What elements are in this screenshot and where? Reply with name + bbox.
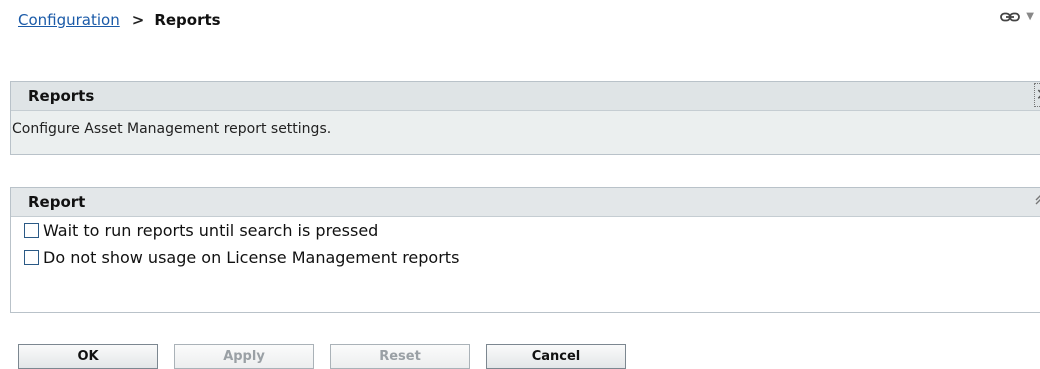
chevron-down-icon[interactable]: ▼ <box>1026 12 1034 22</box>
checkbox-label: Wait to run reports until search is pres… <box>43 221 379 240</box>
cancel-button[interactable]: Cancel <box>486 344 626 369</box>
option-hide-license-usage: Do not show usage on License Management … <box>24 244 1040 271</box>
panel-title: Reports <box>28 87 95 105</box>
breadcrumb-separator: > <box>131 11 145 29</box>
ok-button[interactable]: OK <box>18 344 158 369</box>
hide-license-usage-checkbox[interactable] <box>24 250 39 265</box>
reset-button[interactable]: Reset <box>330 344 470 369</box>
apply-button[interactable]: Apply <box>174 344 314 369</box>
panel-title: Report <box>28 193 86 211</box>
reports-info-header: Reports ✕ <box>11 82 1040 111</box>
wait-to-run-reports-checkbox[interactable] <box>24 223 39 238</box>
top-right-tools: ▼ <box>1000 12 1034 22</box>
form-buttons: OK Apply Reset Cancel <box>18 344 626 369</box>
checkbox-label: Do not show usage on License Management … <box>43 248 460 267</box>
reports-info-panel: Reports ✕ Configure Asset Management rep… <box>10 81 1040 155</box>
close-icon[interactable]: ✕ <box>1034 83 1040 107</box>
collapse-icon[interactable] <box>1034 194 1040 209</box>
report-settings-header: Report <box>11 188 1040 217</box>
breadcrumb: Configuration > Reports <box>18 11 221 29</box>
breadcrumb-current: Reports <box>154 11 221 29</box>
panel-description: Configure Asset Management report settin… <box>12 121 332 137</box>
link-icon[interactable] <box>1000 12 1021 22</box>
option-wait-to-run-reports: Wait to run reports until search is pres… <box>24 217 1040 244</box>
breadcrumb-configuration-link[interactable]: Configuration <box>18 11 120 29</box>
report-settings-panel: Report Wait to run reports until search … <box>10 187 1040 313</box>
